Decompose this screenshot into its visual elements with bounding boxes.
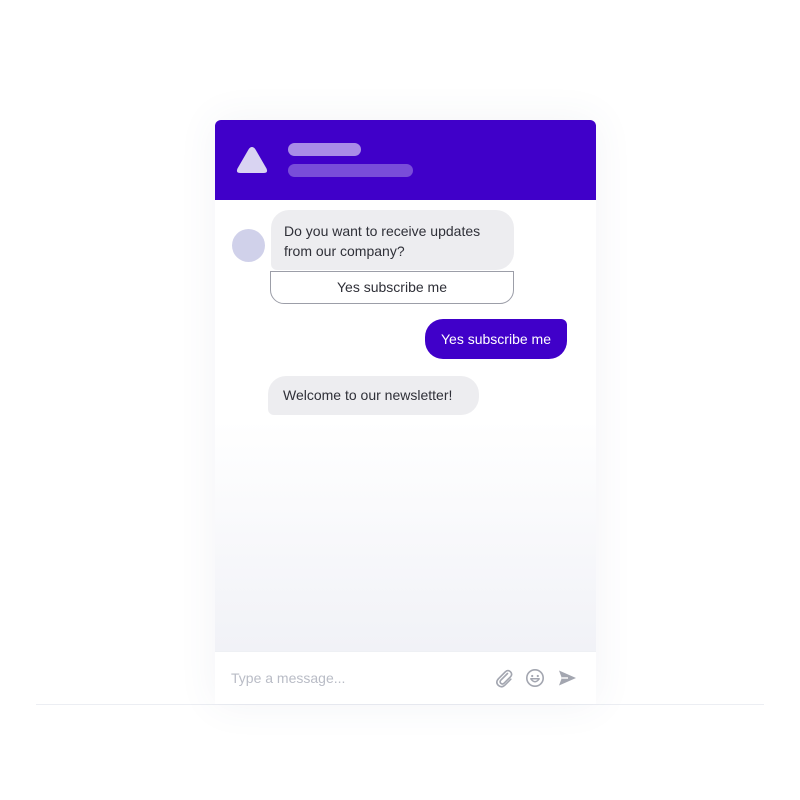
user-message-bubble: Yes subscribe me (425, 319, 567, 359)
avatar (232, 229, 265, 262)
paperclip-icon[interactable] (493, 667, 515, 689)
subtitle-placeholder (288, 164, 413, 177)
emoji-icon[interactable] (524, 667, 546, 689)
chat-header (215, 120, 596, 200)
chat-widget: Do you want to receive updates from our … (215, 120, 596, 704)
message-line: from our company? (284, 243, 405, 259)
divider (36, 704, 764, 705)
bot-message-bubble: Do you want to receive updates from our … (271, 210, 514, 270)
triangle-logo-icon (236, 147, 268, 173)
message-line: Do you want to receive updates (284, 223, 481, 239)
send-icon[interactable] (556, 667, 578, 689)
title-placeholder (288, 143, 361, 156)
quick-reply-button[interactable]: Yes subscribe me (270, 271, 514, 304)
stage: Do you want to receive updates from our … (0, 0, 800, 800)
message-composer (215, 651, 596, 704)
bot-message-bubble: Welcome to our newsletter! (268, 376, 479, 415)
message-input[interactable] (231, 666, 481, 690)
